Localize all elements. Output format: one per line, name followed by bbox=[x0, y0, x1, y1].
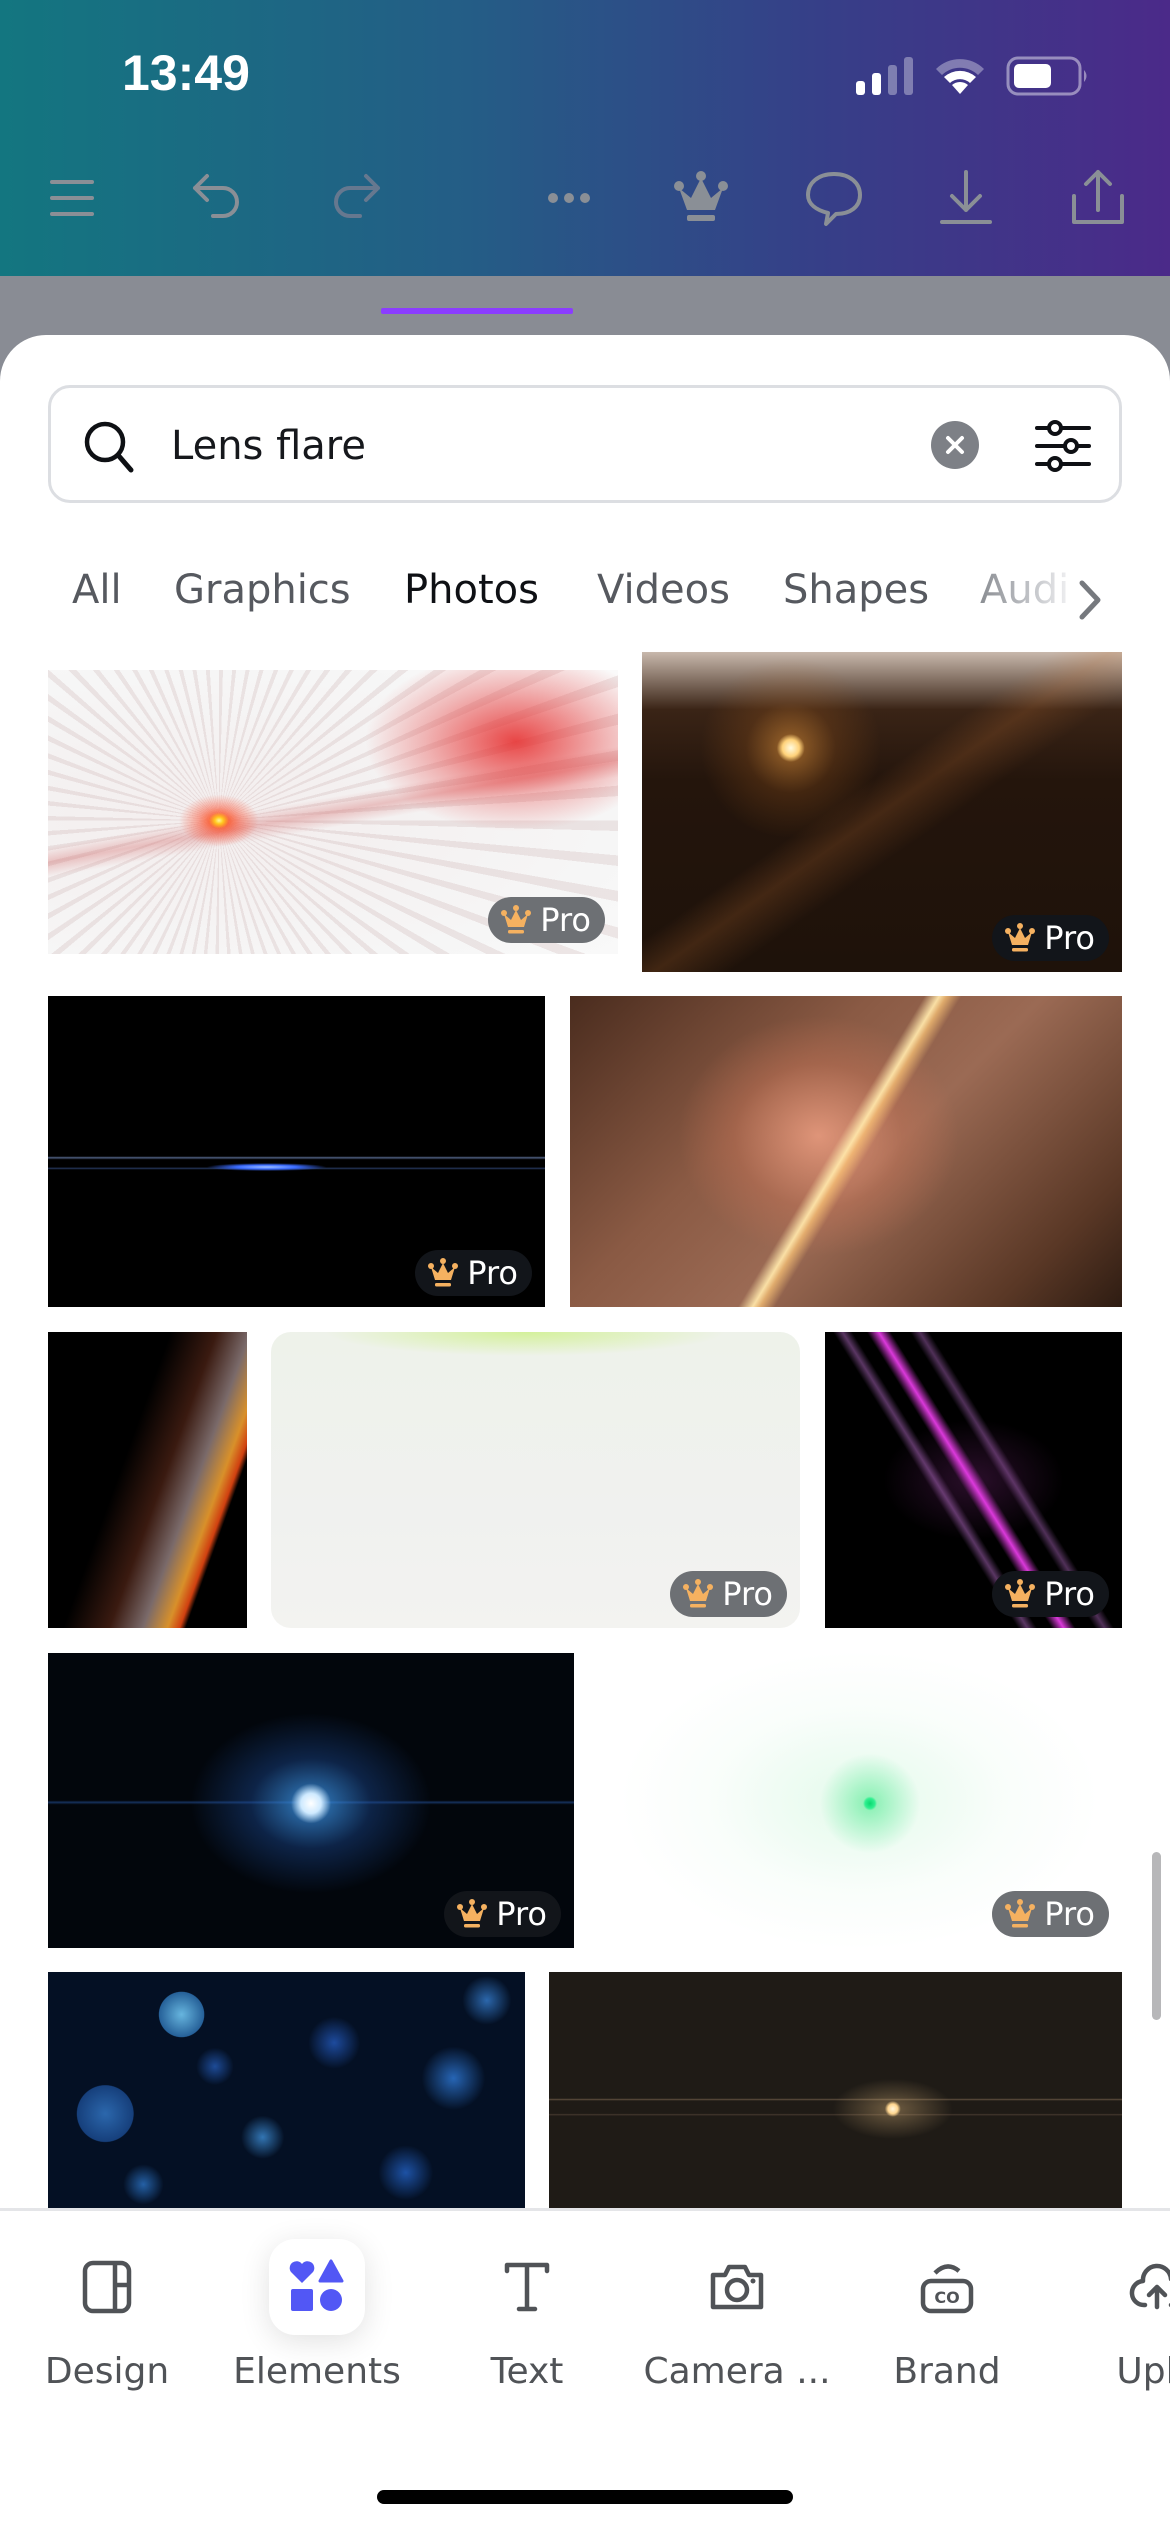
result-image[interactable]: Pro bbox=[48, 670, 618, 954]
home-indicator bbox=[377, 2490, 793, 2504]
design-layout-icon bbox=[82, 2260, 132, 2314]
nav-label: Camera ... bbox=[643, 2351, 831, 2392]
pro-badge: Pro bbox=[992, 1891, 1109, 1937]
results-scrollbar[interactable] bbox=[1152, 1852, 1161, 2020]
crown-icon bbox=[501, 905, 532, 934]
pro-badge: Pro bbox=[415, 1250, 532, 1296]
results-grid: Pro Pro Pro Pro Pro Pro Pro bbox=[0, 0, 1170, 2208]
nav-camera[interactable]: Camera ... bbox=[637, 2211, 837, 2441]
pro-badge: Pro bbox=[488, 897, 605, 943]
result-image[interactable]: Pro bbox=[642, 652, 1122, 972]
pro-badge-label: Pro bbox=[496, 1895, 547, 1933]
crown-icon bbox=[457, 1899, 488, 1928]
camera-icon bbox=[710, 2264, 764, 2310]
bottom-nav: Design Elements Text Camera ... CO Brand bbox=[0, 2208, 1170, 2532]
nav-label: Elements bbox=[233, 2351, 401, 2392]
pro-badge: Pro bbox=[992, 915, 1109, 961]
pro-badge-label: Pro bbox=[722, 1575, 773, 1613]
pro-badge-label: Pro bbox=[540, 901, 591, 939]
result-image[interactable]: Pro bbox=[48, 1653, 574, 1948]
nav-label: Uplo bbox=[1116, 2351, 1170, 2392]
result-image[interactable]: Pro bbox=[825, 1332, 1122, 1628]
pro-badge-label: Pro bbox=[467, 1254, 518, 1292]
result-image[interactable] bbox=[549, 1972, 1122, 2208]
result-image[interactable]: Pro bbox=[597, 1653, 1122, 1948]
pro-badge-label: Pro bbox=[1044, 1575, 1095, 1613]
nav-label: Text bbox=[490, 2351, 564, 2392]
svg-text:CO: CO bbox=[934, 2288, 959, 2307]
crown-icon bbox=[428, 1258, 459, 1287]
result-image[interactable]: Pro bbox=[48, 996, 545, 1307]
nav-text[interactable]: Text bbox=[427, 2211, 627, 2441]
nav-brand[interactable]: CO Brand bbox=[847, 2211, 1047, 2441]
pro-badge: Pro bbox=[444, 1891, 561, 1937]
crown-icon bbox=[1005, 923, 1036, 952]
pro-badge: Pro bbox=[992, 1571, 1109, 1617]
nav-elements[interactable]: Elements bbox=[217, 2211, 417, 2441]
result-image[interactable] bbox=[570, 996, 1122, 1307]
text-icon bbox=[504, 2262, 550, 2312]
crown-icon bbox=[1005, 1579, 1036, 1608]
brand-icon: CO bbox=[920, 2264, 974, 2314]
nav-design[interactable]: Design bbox=[7, 2211, 207, 2441]
crown-icon bbox=[683, 1579, 714, 1608]
nav-label: Design bbox=[44, 2351, 170, 2392]
nav-label: Brand bbox=[893, 2351, 1001, 2392]
pro-badge-label: Pro bbox=[1044, 1895, 1095, 1933]
elements-shapes-icon bbox=[289, 2259, 344, 2311]
result-image[interactable] bbox=[48, 1972, 525, 2208]
pro-badge-label: Pro bbox=[1044, 919, 1095, 957]
result-image[interactable] bbox=[48, 1332, 247, 1628]
nav-uploads[interactable]: Uplo bbox=[1057, 2211, 1170, 2441]
crown-icon bbox=[1005, 1899, 1036, 1928]
result-image[interactable]: Pro bbox=[271, 1332, 800, 1628]
upload-cloud-icon bbox=[1129, 2263, 1170, 2310]
pro-badge: Pro bbox=[670, 1571, 787, 1617]
